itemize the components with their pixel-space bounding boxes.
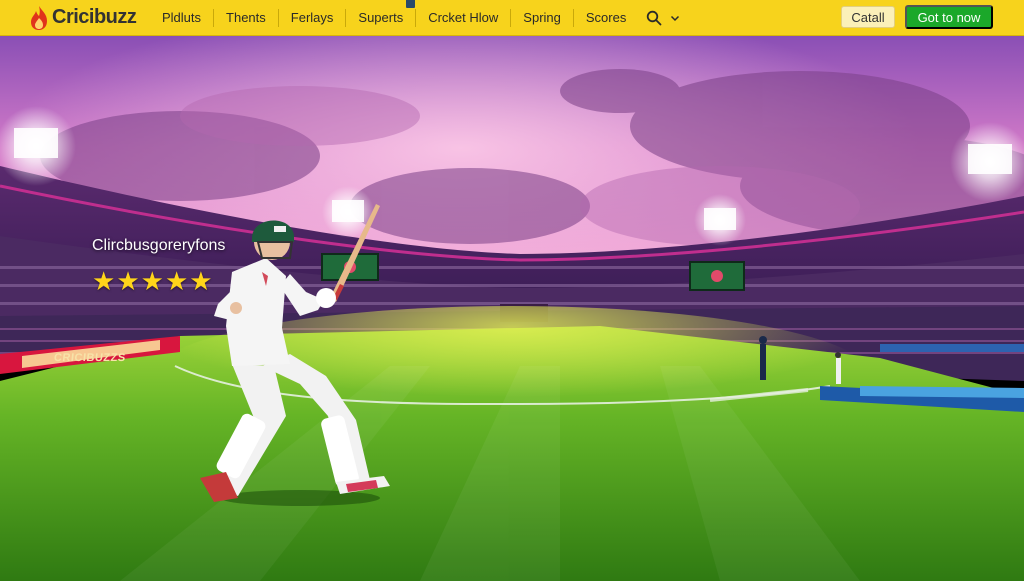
nav-item-spring[interactable]: Spring	[511, 8, 574, 27]
catall-button[interactable]: Catall	[841, 6, 895, 28]
new-badge-icon	[406, 0, 416, 8]
star-icon: ★	[116, 266, 140, 296]
search-icon[interactable]	[646, 10, 662, 26]
star-icon: ★	[164, 266, 189, 296]
nav-item-thents[interactable]: Thents	[214, 8, 279, 27]
boundary-board-text: CRICIBUZZS	[53, 352, 127, 364]
rating-stars: ★ ★ ★ ★ ★	[92, 268, 214, 294]
star-icon: ★	[140, 266, 164, 296]
main-nav: Pldluts Thents Ferlays Superts Crcket Hl…	[150, 0, 638, 36]
brand-logo[interactable]: Cricibuzz	[28, 5, 146, 31]
nav-item-scores[interactable]: Scores	[574, 9, 638, 27]
top-navigation-bar: Cricibuzz Pldluts Thents Ferlays Superts…	[0, 0, 1024, 36]
flame-icon	[31, 5, 47, 30]
stadium-scene-image	[0, 36, 1024, 581]
nav-item-crcket-hlow[interactable]: Crcket Hlow	[416, 8, 512, 27]
star-icon: ★	[92, 266, 116, 296]
hero-title: Clircbusgoreryfons	[92, 237, 226, 254]
nav-tools	[646, 10, 680, 26]
got-to-now-button[interactable]: Got to now	[905, 5, 993, 29]
nav-item-superts-label: Superts	[358, 9, 404, 25]
hero-banner: Clircbusgoreryfons ★ ★ ★ ★ ★ CRICIBUZZS	[0, 36, 1024, 581]
brand-name: Cricibuzz	[52, 6, 137, 28]
chevron-down-icon[interactable]	[670, 13, 680, 23]
nav-item-superts[interactable]: Superts	[346, 0, 417, 27]
nav-item-pldluts[interactable]: Pldluts	[150, 8, 215, 27]
star-icon: ★	[189, 266, 213, 296]
nav-item-ferlays[interactable]: Ferlays	[279, 8, 347, 27]
